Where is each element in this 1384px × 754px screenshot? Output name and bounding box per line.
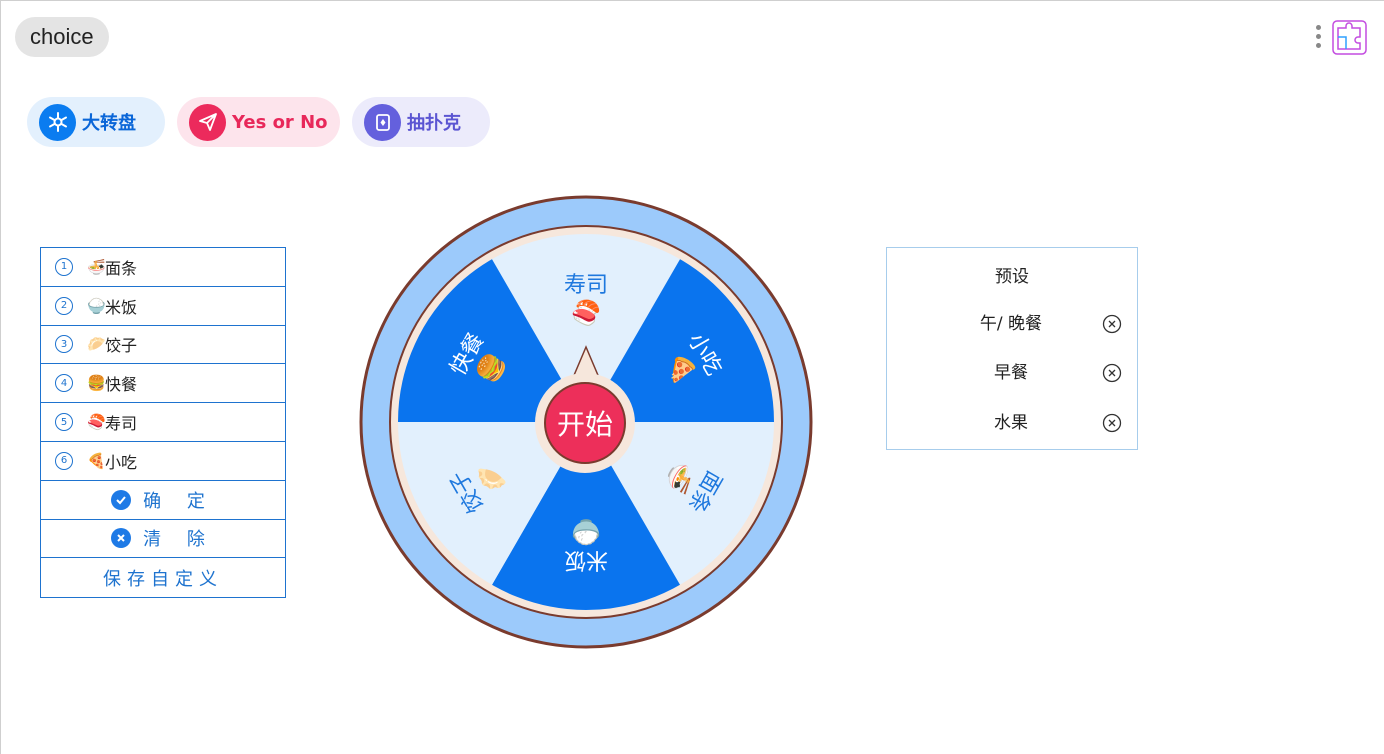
clear-label: 清 除 xyxy=(143,529,215,551)
save-custom-button[interactable]: 保存自定义 xyxy=(41,558,285,597)
more-menu-icon[interactable] xyxy=(1311,23,1325,53)
yes-or-no-mode-label: Yes or No xyxy=(232,111,328,133)
start-button[interactable]: 开始 xyxy=(535,373,635,473)
burger-icon: 🍔 xyxy=(87,374,106,393)
delete-icon[interactable] xyxy=(1102,413,1122,433)
option-number: 6 xyxy=(55,451,73,470)
option-row[interactable]: 2 🍚 米饭 xyxy=(41,287,285,326)
option-label[interactable]: 寿司 xyxy=(105,410,137,434)
preset-title: 预设 xyxy=(995,267,1029,287)
option-number: 4 xyxy=(55,374,73,393)
option-number: 1 xyxy=(55,257,73,276)
confirm-button[interactable]: 确 定 xyxy=(41,481,285,520)
delete-icon[interactable] xyxy=(1102,314,1122,334)
pizza-icon: 🍕 xyxy=(87,451,106,470)
delete-icon[interactable] xyxy=(1102,363,1122,383)
option-row[interactable]: 3 🥟 饺子 xyxy=(41,326,285,365)
prize-wheel[interactable]: 寿司 🍣 小吃 🍕 面条 🍜 米饭 🍚 饺子 🥟 快餐 🍔 开始 xyxy=(359,195,813,649)
preset-item[interactable]: 午/ 晚餐 xyxy=(887,309,1137,339)
sushi-icon: 🍣 xyxy=(87,413,106,432)
app-title: choice xyxy=(15,17,109,57)
option-list: 1 🍜 面条 2 🍚 米饭 3 🥟 饺子 4 🍔 快餐 5 🍣 寿司 6 🍕 小… xyxy=(40,247,286,599)
poker-mode-button[interactable]: 抽扑克 xyxy=(352,97,490,147)
confirm-label: 确 定 xyxy=(143,490,215,512)
dumpling-icon: 🥟 xyxy=(87,335,106,354)
segment-emoji-icon: 🍣 xyxy=(571,300,601,327)
yes-or-no-mode-button[interactable]: Yes or No xyxy=(177,97,340,147)
paper-plane-icon xyxy=(189,103,226,141)
noodles-icon: 🍜 xyxy=(87,257,106,276)
wheel-mode-label: 大转盘 xyxy=(82,113,136,134)
preset-item[interactable]: 早餐 xyxy=(887,358,1137,388)
preset-item[interactable]: 水果 xyxy=(887,408,1137,438)
segment-emoji-icon: 🍚 xyxy=(571,518,601,545)
check-circle-icon xyxy=(111,489,132,510)
option-number: 3 xyxy=(55,335,73,354)
preset-label[interactable]: 水果 xyxy=(951,408,1071,438)
start-label: 开始 xyxy=(544,382,626,464)
option-number: 5 xyxy=(55,413,73,432)
close-circle-icon xyxy=(111,528,132,549)
wheel-mode-button[interactable]: 大转盘 xyxy=(27,97,165,147)
preset-panel: 预设 午/ 晚餐 早餐 水果 xyxy=(886,247,1138,450)
option-row[interactable]: 6 🍕 小吃 xyxy=(41,442,285,481)
option-row[interactable]: 4 🍔 快餐 xyxy=(41,364,285,404)
poker-mode-label: 抽扑克 xyxy=(407,113,461,134)
segment-text: 寿司 xyxy=(563,272,608,297)
preset-label[interactable]: 午/ 晚餐 xyxy=(951,309,1071,339)
preset-label[interactable]: 早餐 xyxy=(951,358,1071,388)
wheel-segment-label: 米饭 🍚 xyxy=(521,517,651,578)
puzzle-icon[interactable] xyxy=(1332,20,1367,55)
option-label[interactable]: 面条 xyxy=(105,255,137,279)
clear-button[interactable]: 清 除 xyxy=(41,520,285,559)
option-row[interactable]: 5 🍣 寿司 xyxy=(41,403,285,442)
snowflake-icon xyxy=(39,103,76,141)
segment-text: 米饭 xyxy=(564,548,609,573)
wheel-segment-label: 寿司 🍣 xyxy=(521,267,651,328)
option-number: 2 xyxy=(55,296,73,315)
option-label[interactable]: 快餐 xyxy=(105,371,137,395)
rice-icon: 🍚 xyxy=(87,296,106,315)
option-label[interactable]: 米饭 xyxy=(105,294,137,318)
option-label[interactable]: 小吃 xyxy=(105,449,137,473)
save-custom-label: 保存自定义 xyxy=(103,568,223,590)
option-label[interactable]: 饺子 xyxy=(105,332,137,356)
option-row[interactable]: 1 🍜 面条 xyxy=(41,248,285,287)
cards-icon xyxy=(364,103,401,141)
